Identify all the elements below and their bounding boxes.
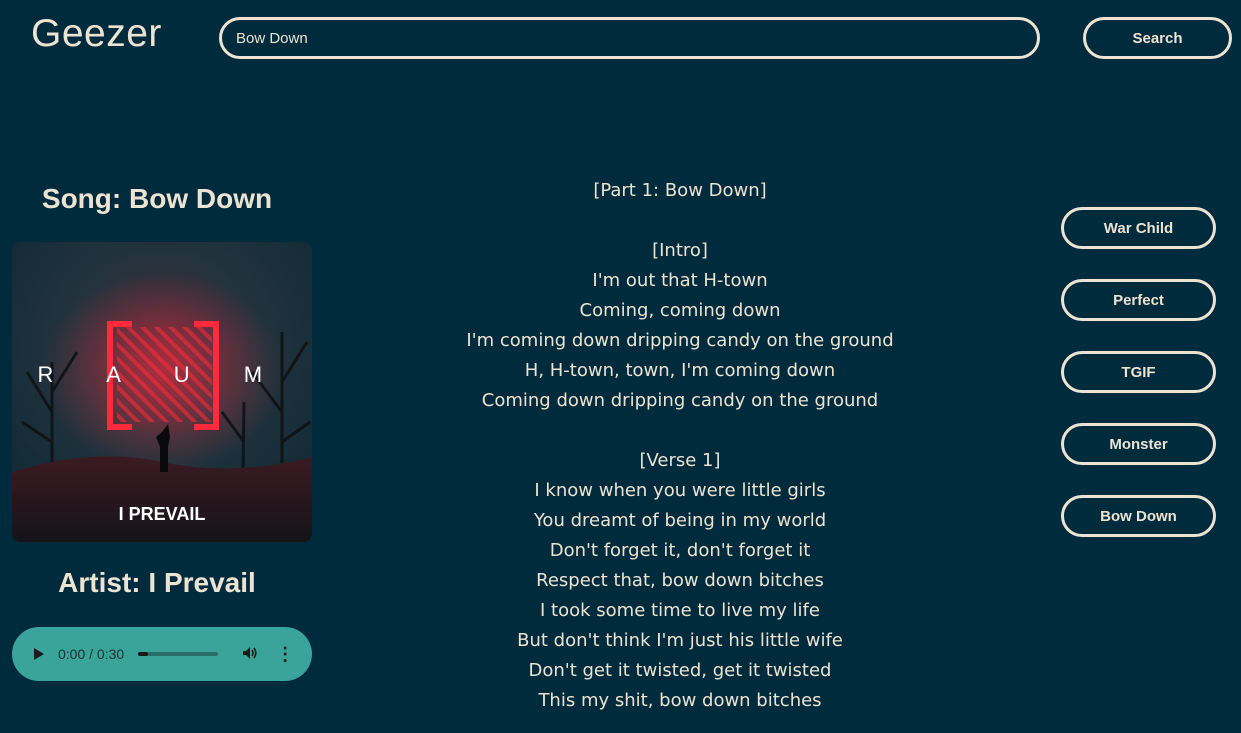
page: Geezer Search Song: Bow Down bbox=[0, 0, 1241, 733]
lyric-line: Don't forget it, don't forget it bbox=[549, 540, 811, 561]
related-song-button[interactable]: War Child bbox=[1061, 207, 1216, 249]
lyric-line: Respect that, bow down bitches bbox=[536, 570, 824, 591]
play-icon[interactable] bbox=[34, 648, 44, 660]
album-cover: T R A U M A I PREVAIL bbox=[12, 242, 312, 542]
lyric-line bbox=[330, 416, 1030, 446]
song-title: Song: Bow Down bbox=[41, 183, 273, 214]
lyric-line: [Verse 1] bbox=[639, 450, 721, 471]
lyric-line: [Part 1: Bow Down] bbox=[593, 180, 767, 201]
lyrics: [Part 1: Bow Down] [Intro] I'm out that H-… bbox=[330, 176, 1030, 716]
more-options-icon[interactable]: ⋮ bbox=[276, 645, 294, 663]
related-songs: War Child Perfect TGIF Monster Bow Down bbox=[1061, 207, 1216, 567]
lyric-line: I know when you were little girls bbox=[534, 480, 826, 501]
player-progress-fill bbox=[138, 652, 148, 656]
cover-title-text: T R A U M A bbox=[12, 362, 312, 387]
volume-icon[interactable] bbox=[242, 646, 258, 663]
related-song-button[interactable]: Monster bbox=[1061, 423, 1216, 465]
lyric-line: But don't think I'm just his little wife bbox=[517, 630, 843, 651]
lyric-line: Coming, coming down bbox=[579, 300, 781, 321]
lyric-line: H, H-town, town, I'm coming down bbox=[524, 360, 836, 381]
app-logo[interactable]: Geezer bbox=[31, 12, 162, 56]
lyric-line: Coming down dripping candy on the ground bbox=[481, 390, 879, 411]
lyric-line: I took some time to live my life bbox=[540, 600, 820, 621]
artist-name: Artist: I Prevail bbox=[58, 567, 256, 598]
search-button[interactable]: Search bbox=[1083, 17, 1232, 59]
album-cover-art: T R A U M A I PREVAIL bbox=[12, 242, 312, 542]
related-song-button[interactable]: Perfect bbox=[1061, 279, 1216, 321]
audio-player: 0:00 / 0:30 ⋮ bbox=[12, 627, 312, 681]
search-input[interactable] bbox=[219, 17, 1040, 59]
player-time: 0:00 / 0:30 bbox=[58, 646, 125, 662]
lyric-line: You dreamt of being in my world bbox=[533, 510, 827, 531]
lyric-line: This my shit, bow down bitches bbox=[538, 690, 822, 711]
lyric-line: I'm out that H-town bbox=[592, 270, 768, 291]
lyric-line: Don't get it twisted, get it twisted bbox=[528, 660, 832, 681]
related-song-button[interactable]: TGIF bbox=[1061, 351, 1216, 393]
lyric-line: [Intro] bbox=[652, 240, 708, 261]
related-song-button[interactable]: Bow Down bbox=[1061, 495, 1216, 537]
cover-band-text: I PREVAIL bbox=[119, 504, 206, 524]
player-progress[interactable] bbox=[138, 652, 219, 656]
lyric-line: I'm coming down dripping candy on the gr… bbox=[466, 330, 894, 351]
lyric-line bbox=[330, 206, 1030, 236]
